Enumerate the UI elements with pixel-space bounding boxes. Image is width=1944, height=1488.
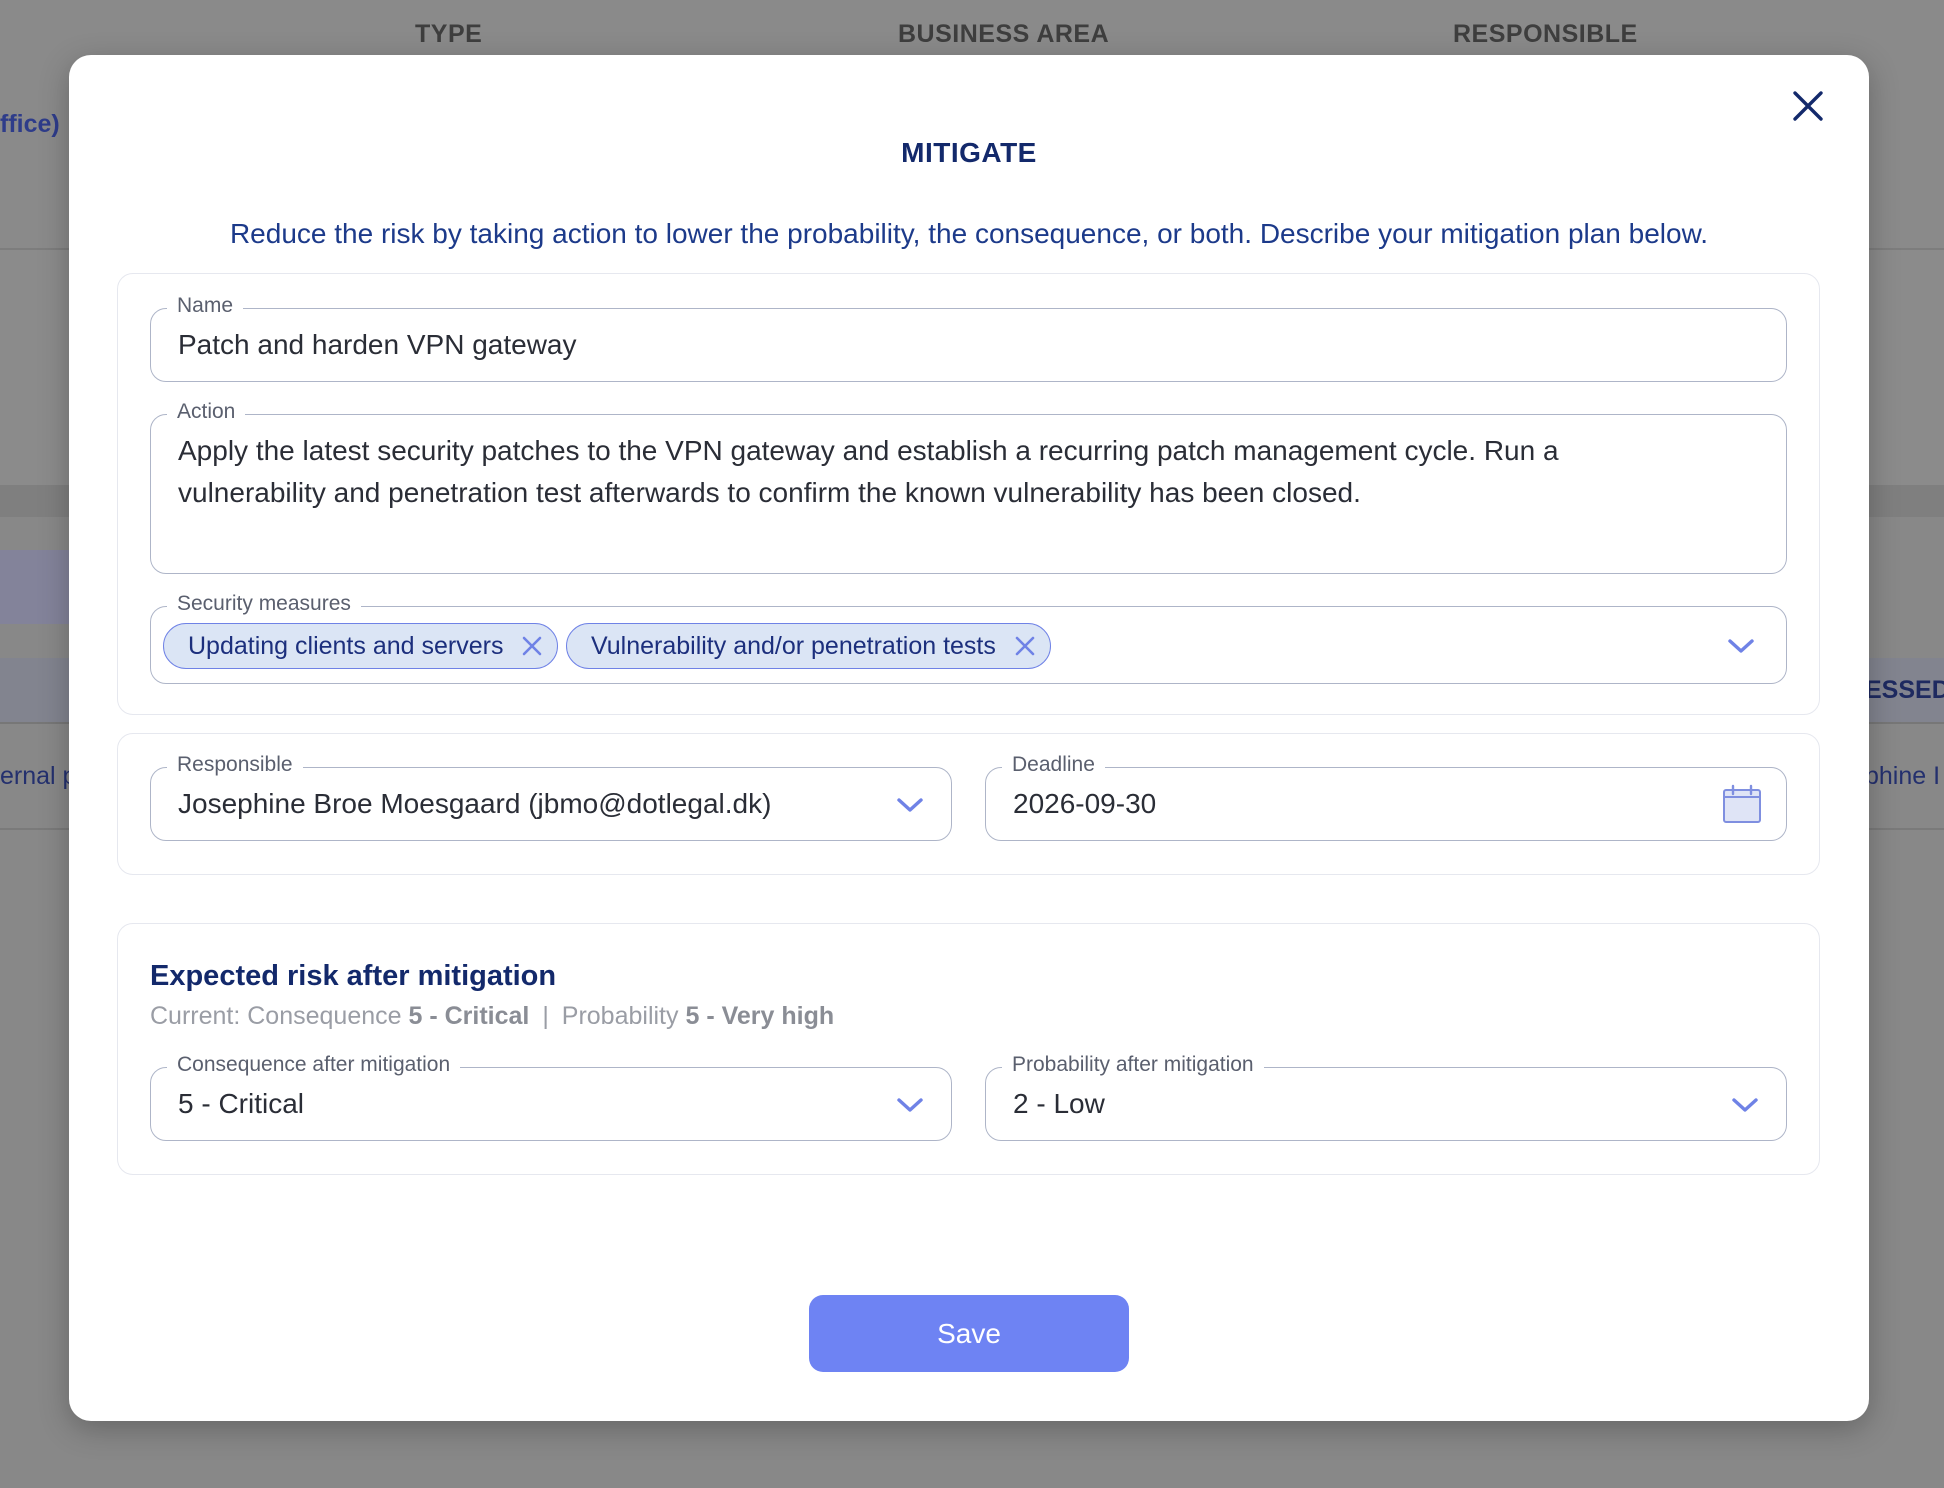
current-consequence-value: 5 - Critical [408,1002,530,1030]
background-link: ffice) [0,110,60,138]
current-consequence-prefix: Current: Consequence [150,1002,402,1030]
background-row-responsible: phine I [1865,762,1941,790]
consequence-after-value: 5 - Critical [178,1088,305,1119]
security-measure-chip[interactable]: Updating clients and servers [163,623,559,669]
deadline-label: Deadline [1002,750,1105,780]
chip-label: Vulnerability and/or penetration tests [591,631,996,660]
probability-after-select[interactable]: Probability after mitigation 2 - Low [985,1050,1787,1141]
responsible-select[interactable]: Responsible Josephine Broe Moesgaard (jb… [150,750,952,841]
responsible-label: Responsible [167,750,303,780]
column-header-responsible: RESPONSIBLE [1453,20,1638,48]
dialog-description: Reduce the risk by taking action to lowe… [229,218,1709,249]
current-risk-summary: Current: Consequence 5 - Critical | Prob… [150,1002,834,1031]
name-value[interactable]: Patch and harden VPN gateway [178,329,576,361]
remove-chip-icon[interactable] [521,635,543,657]
mitigate-dialog: MITIGATE Reduce the risk by taking actio… [69,55,1869,1421]
consequence-after-select[interactable]: Consequence after mitigation 5 - Critica… [150,1050,952,1141]
chevron-down-icon[interactable] [1730,1095,1760,1115]
security-measures-select[interactable]: Security measures Updating clients and s… [150,589,1787,684]
dialog-title: MITIGATE [901,137,1037,168]
close-button[interactable] [1785,83,1831,129]
separator: | [542,1002,549,1030]
name-label: Name [167,291,244,321]
security-measures-label: Security measures [167,589,361,619]
deadline-field[interactable]: Deadline 2026-09-30 [985,750,1787,841]
remove-chip-icon[interactable] [1014,635,1036,657]
column-header-business-area: BUSINESS AREA [898,20,1110,48]
chevron-down-icon[interactable] [895,795,925,815]
calendar-icon[interactable] [1722,784,1762,824]
background-row-text: ernal p [0,762,77,790]
probability-after-label: Probability after mitigation [1002,1050,1264,1080]
action-text-line-2: vulnerability and penetration test after… [178,477,1361,508]
column-header-assessed: ESSED [1865,676,1944,704]
details-card: Name Patch and harden VPN gateway Action… [117,273,1820,715]
security-measure-chip[interactable]: Vulnerability and/or penetration tests [566,623,1051,669]
current-probability-prefix: Probability [561,1002,679,1030]
expected-risk-title: Expected risk after mitigation [150,960,557,992]
assignment-card: Responsible Josephine Broe Moesgaard (jb… [117,733,1820,875]
column-header-type: TYPE [415,20,483,48]
chevron-down-icon[interactable] [1726,636,1756,656]
chip-label: Updating clients and servers [188,631,504,660]
save-button[interactable]: Save [809,1295,1129,1372]
expected-risk-card: Expected risk after mitigation Current: … [117,923,1820,1175]
action-field[interactable]: Action Apply the latest security patches… [150,397,1787,574]
responsible-value: Josephine Broe Moesgaard (jbmo@dotlegal.… [178,788,772,819]
action-text-line-1: Apply the latest security patches to the… [178,435,1559,466]
action-label: Action [167,397,246,427]
current-probability-value: 5 - Very high [685,1002,835,1030]
deadline-value[interactable]: 2026-09-30 [1013,788,1156,820]
name-field[interactable]: Name Patch and harden VPN gateway [150,291,1787,382]
probability-after-value: 2 - Low [1013,1088,1105,1119]
consequence-after-label: Consequence after mitigation [167,1050,461,1080]
chevron-down-icon[interactable] [895,1095,925,1115]
close-icon [1793,91,1823,121]
